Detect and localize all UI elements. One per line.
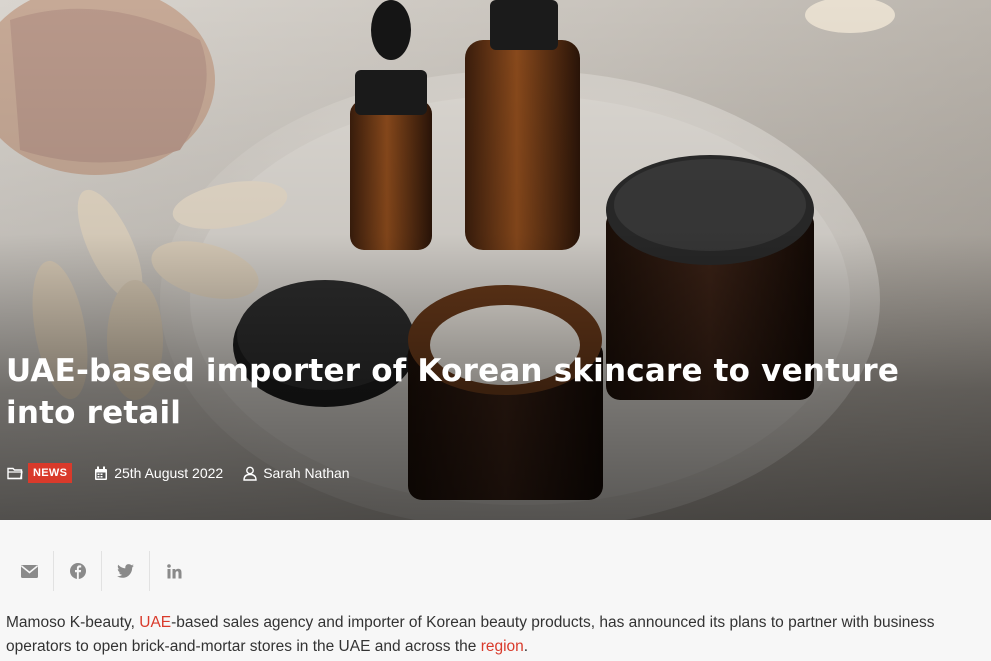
paragraph-text: . (523, 638, 529, 655)
share-bar (6, 547, 198, 595)
article-meta: NEWS 25th August 2022 Sarah Nathan (6, 462, 350, 484)
article-title: UAE-based importer of Korean skincare to… (6, 353, 900, 431)
hero-banner: UAE-based importer of Korean skincare to… (0, 0, 991, 520)
article-intro-paragraph: Mamoso K-beauty, UAE-based sales agency … (6, 611, 981, 659)
linkedin-icon (166, 563, 181, 578)
share-facebook-button[interactable] (54, 551, 102, 591)
author-name[interactable]: Sarah Nathan (263, 465, 349, 481)
user-icon (241, 464, 259, 482)
region-link[interactable]: region (481, 638, 524, 655)
folder-icon (6, 464, 24, 482)
share-linkedin-button[interactable] (150, 551, 198, 591)
publish-date: 25th August 2022 (114, 465, 224, 481)
category-badge[interactable]: NEWS (28, 463, 73, 483)
twitter-icon (117, 564, 134, 578)
share-email-button[interactable] (6, 551, 54, 591)
uae-link[interactable]: UAE (139, 614, 171, 631)
paragraph-text: Mamoso K-beauty, (6, 614, 140, 631)
facebook-icon (69, 563, 86, 579)
calendar-icon (92, 464, 110, 482)
share-twitter-button[interactable] (102, 551, 150, 591)
email-icon (21, 564, 38, 578)
hero-overlay (0, 0, 991, 520)
